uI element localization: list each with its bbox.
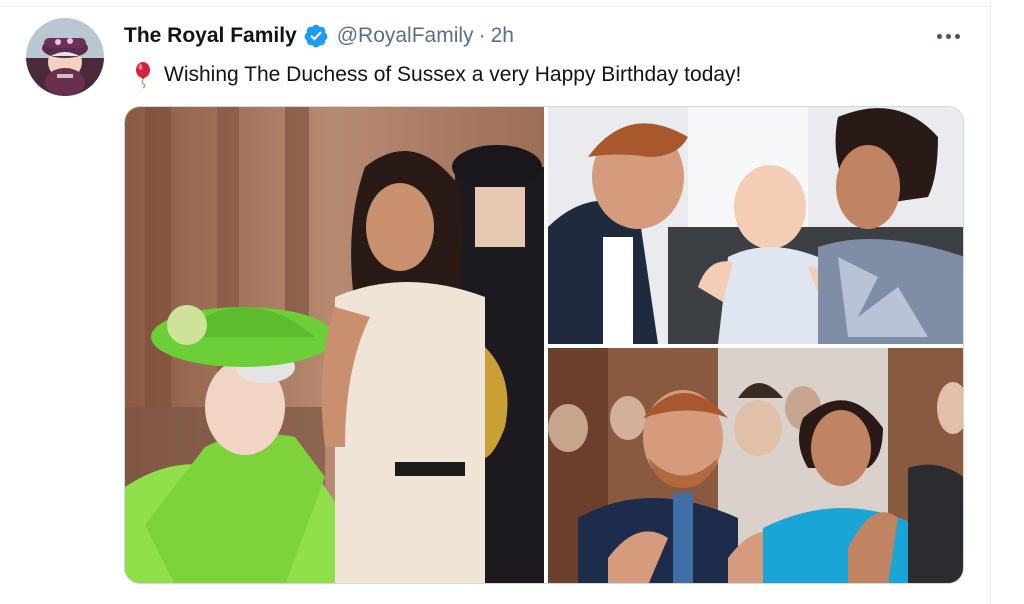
photo-queen-and-duchess[interactable] xyxy=(125,107,544,583)
tweet-timestamp[interactable]: 2h xyxy=(491,24,514,48)
user-handle[interactable]: @RoyalFamily xyxy=(337,24,474,48)
display-name[interactable]: The Royal Family xyxy=(124,24,297,48)
media-grid[interactable] xyxy=(124,106,964,584)
more-dot xyxy=(954,33,960,39)
profile-avatar[interactable] xyxy=(26,18,104,96)
tweet[interactable]: The Royal Family @RoyalFamily · 2h Wishi… xyxy=(0,0,990,604)
photo-couple-with-baby[interactable] xyxy=(548,107,963,344)
page-frame: The Royal Family @RoyalFamily · 2h Wishi… xyxy=(0,0,1024,604)
tweet-body: Wishing The Duchess of Sussex a very Hap… xyxy=(164,63,742,86)
more-dot xyxy=(945,33,951,39)
balloon-icon xyxy=(132,61,154,89)
tweet-text: Wishing The Duchess of Sussex a very Hap… xyxy=(132,60,741,90)
separator-dot: · xyxy=(478,24,486,47)
right-divider xyxy=(990,0,991,604)
avatar-image xyxy=(26,18,104,96)
more-options-icon[interactable] xyxy=(930,22,966,50)
photo-couple-applauding[interactable] xyxy=(548,348,963,583)
tweet-header: The Royal Family @RoyalFamily · 2h xyxy=(124,22,514,50)
more-dot xyxy=(936,33,942,39)
verified-badge-icon xyxy=(303,23,329,49)
